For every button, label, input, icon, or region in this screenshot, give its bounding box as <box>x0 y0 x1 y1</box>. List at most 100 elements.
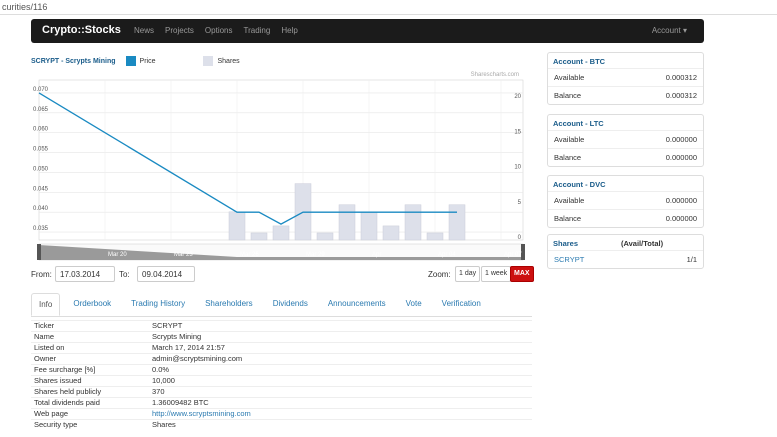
shares-bar <box>228 211 246 241</box>
info-key: Owner <box>31 353 149 365</box>
navigator-label: Mar 20 <box>108 252 127 258</box>
info-key: Name <box>31 331 149 343</box>
zoom-1week-button[interactable]: 1 week <box>481 266 512 282</box>
table-row: Shares issued 10,000 <box>31 375 532 387</box>
account-ltc-panel: Account - LTC Available 0.000000 Balance 0… <box>547 114 704 167</box>
table-row: Web page http://www.scryptsmining.com <box>31 408 532 420</box>
shares-row: SCRYPT 1/1 <box>548 250 703 268</box>
balance-value: 0.000000 <box>665 153 697 162</box>
from-date-input[interactable]: 17.03.2014 <box>55 266 115 282</box>
to-date-input[interactable]: 09.04.2014 <box>137 266 195 282</box>
url-text: curities/116 <box>2 2 48 12</box>
security-tabs: Info Orderbook Trading History Sharehold… <box>31 293 532 317</box>
date-range-row: From: 17.03.2014 To: 09.04.2014 Zoom: 1 … <box>31 266 534 284</box>
price-tick-label: 0.040 <box>33 206 49 212</box>
shares-bar <box>404 204 422 241</box>
balance-label: Balance <box>554 214 582 223</box>
nav-help[interactable]: Help <box>281 26 297 35</box>
nav-trading[interactable]: Trading <box>244 26 271 35</box>
balance-value: 0.000000 <box>665 214 697 223</box>
zoom-1day-button[interactable]: 1 day <box>455 266 481 282</box>
table-row: Shares held publicly 370 <box>31 386 532 398</box>
info-key: Web page <box>31 408 149 420</box>
tab-shareholders[interactable]: Shareholders <box>198 293 260 316</box>
info-value: 0.0% <box>149 364 532 376</box>
info-key: Shares issued <box>31 375 149 387</box>
shares-bar <box>448 204 466 241</box>
price-tick-label: 0.035 <box>33 226 49 232</box>
account-dropdown[interactable]: Account ▾ <box>652 26 687 35</box>
table-row: Listed on March 17, 2014 21:57 <box>31 342 532 354</box>
info-value: Scrypts Mining <box>149 331 532 343</box>
price-tick-label: 0.045 <box>33 186 49 192</box>
account-btc-panel: Account - BTC Available 0.000312 Balance 0… <box>547 52 704 105</box>
info-value: SCRYPT <box>149 320 532 332</box>
shares-bar <box>382 225 400 241</box>
browser-url-bar[interactable]: curities/116 <box>0 0 777 15</box>
chart-corner-note: Sharescharts.com <box>471 72 519 78</box>
tab-vote[interactable]: Vote <box>399 293 429 316</box>
from-label: From: <box>31 270 52 279</box>
navigator-label: Mar 26 <box>240 252 259 258</box>
navigator-label: Mar 23 <box>174 252 193 258</box>
balance-label: Balance <box>554 91 582 100</box>
available-label: Available <box>554 135 585 144</box>
tab-verification[interactable]: Verification <box>435 293 488 316</box>
shares-bar <box>250 232 268 241</box>
info-value: admin@scryptsmining.com <box>149 353 532 365</box>
nav-news[interactable]: News <box>134 26 154 35</box>
legend-shares-label: Shares <box>217 57 240 65</box>
nav-projects[interactable]: Projects <box>165 26 194 35</box>
brand-logo[interactable]: Crypto::Stocks <box>42 24 121 36</box>
shares-bar <box>360 211 378 241</box>
info-value: 1.36009482 BTC <box>149 397 532 409</box>
available-value: 0.000000 <box>665 135 697 144</box>
tab-announcements[interactable]: Announcements <box>321 293 393 316</box>
shares-header: Shares (Avail/Total) <box>548 235 703 250</box>
zoom-max-button[interactable]: MAX <box>510 266 534 282</box>
shares-tick-label: 20 <box>514 94 521 100</box>
shares-value: 1/1 <box>686 255 697 264</box>
table-row: Ticker SCRYPT <box>31 320 532 332</box>
balance-row: Balance 0.000000 <box>548 148 703 166</box>
zoom-label: Zoom: <box>428 270 451 279</box>
nav-options[interactable]: Options <box>205 26 233 35</box>
balance-row: Balance 0.000312 <box>548 86 703 104</box>
tab-orderbook[interactable]: Orderbook <box>66 293 118 316</box>
info-value: Shares <box>149 419 532 431</box>
chart-title: SCRYPT - Scrypts Mining <box>31 57 116 65</box>
price-tick-label: 0.050 <box>33 166 49 172</box>
info-key: Fee surcharge [%] <box>31 364 149 376</box>
available-value: 0.000312 <box>665 73 697 82</box>
shares-tick-label: 15 <box>514 129 521 135</box>
chart-legend: SCRYPT - Scrypts Mining Price Shares <box>31 56 288 66</box>
legend-shares[interactable]: Shares <box>203 56 240 66</box>
shares-tick-label: 10 <box>514 165 521 171</box>
legend-price[interactable]: Price <box>125 56 156 66</box>
shares-col-label: (Avail/Total) <box>621 239 664 248</box>
navigator-handle-left <box>37 244 41 260</box>
shares-title: Shares <box>553 239 579 248</box>
panel-title: Account - DVC <box>553 180 606 189</box>
navigator-label: Apr 07 <box>504 252 522 258</box>
shares-panel: Shares (Avail/Total) SCRYPT 1/1 <box>547 234 704 269</box>
tab-info[interactable]: Info <box>31 293 61 316</box>
balance-row: Balance 0.000000 <box>548 209 703 227</box>
table-row: Name Scrypts Mining <box>31 331 532 343</box>
available-label: Available <box>554 73 585 82</box>
table-row: Total dividends paid 1.36009482 BTC <box>31 397 532 409</box>
tab-trading-history[interactable]: Trading History <box>124 293 192 316</box>
account-dvc-panel: Account - DVC Available 0.000000 Balance 0… <box>547 175 704 228</box>
tab-dividends[interactable]: Dividends <box>266 293 315 316</box>
table-row: Fee surcharge [%] 0.0% <box>31 364 532 376</box>
shares-bar <box>426 232 444 241</box>
info-key: Shares held publicly <box>31 386 149 398</box>
shares-ticker-link[interactable]: SCRYPT <box>554 255 584 264</box>
web-page-link[interactable]: http://www.scryptsmining.com <box>152 409 251 418</box>
info-value: 370 <box>149 386 532 398</box>
shares-swatch <box>203 56 214 66</box>
legend-price-label: Price <box>139 57 156 65</box>
shares-bar <box>272 225 290 241</box>
price-tick-label: 0.070 <box>33 87 49 93</box>
balance-label: Balance <box>554 153 582 162</box>
